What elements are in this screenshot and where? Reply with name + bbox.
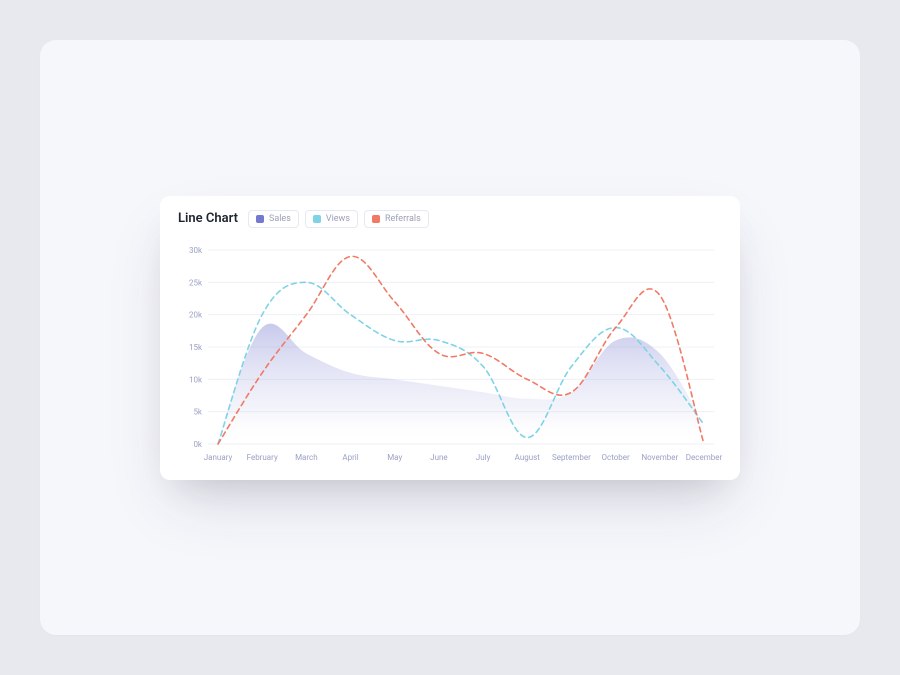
y-tick-label: 10k <box>189 375 203 384</box>
x-tick-label: June <box>430 453 447 462</box>
y-tick-label: 0k <box>193 440 202 449</box>
legend-label: Sales <box>269 214 291 224</box>
chart-plot: 0k 5k 10k 15k 20k 25k 30k January February March… <box>160 232 740 470</box>
legend-item-views[interactable]: Views <box>305 210 358 228</box>
card-header: Line Chart Sales Views Referrals <box>160 210 740 232</box>
x-tick-label: May <box>387 453 402 462</box>
swatch-referrals-icon <box>372 215 380 223</box>
x-tick-label: July <box>476 453 491 462</box>
page-background: Line Chart Sales Views Referrals <box>40 40 860 635</box>
x-tick-label: February <box>247 453 278 462</box>
legend-item-sales[interactable]: Sales <box>248 210 299 228</box>
y-tick-label: 30k <box>189 246 203 255</box>
swatch-views-icon <box>313 215 321 223</box>
y-tick-label: 5k <box>193 407 202 416</box>
legend-label: Referrals <box>385 214 421 224</box>
x-tick-label: October <box>602 453 631 462</box>
legend-item-referrals[interactable]: Referrals <box>364 210 429 228</box>
line-chart-svg: 0k 5k 10k 15k 20k 25k 30k January February March… <box>176 236 724 466</box>
legend-label: Views <box>326 214 350 224</box>
y-tick-label: 25k <box>189 278 203 287</box>
x-tick-label: January <box>204 453 233 462</box>
x-tick-label: April <box>342 453 358 462</box>
swatch-sales-icon <box>256 215 264 223</box>
y-tick-label: 15k <box>189 343 203 352</box>
chart-title: Line Chart <box>178 211 238 226</box>
y-tick-label: 20k <box>189 310 203 319</box>
chart-card: Line Chart Sales Views Referrals <box>160 196 740 480</box>
series-sales-area <box>218 323 704 443</box>
x-tick-label: November <box>641 453 678 462</box>
x-tick-label: August <box>515 453 541 462</box>
x-tick-label: December <box>686 453 723 462</box>
chart-legend: Sales Views Referrals <box>248 210 429 228</box>
x-tick-label: September <box>552 453 591 462</box>
x-tick-label: March <box>295 453 318 462</box>
